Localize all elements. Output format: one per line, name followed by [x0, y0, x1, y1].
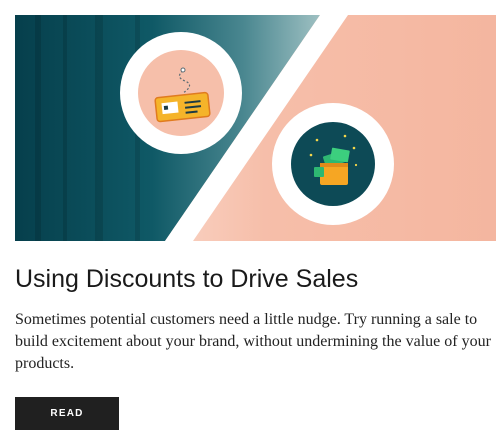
article-title: Using Discounts to Drive Sales — [15, 265, 359, 293]
article-card: Using Discounts to Drive Sales Sometimes… — [0, 0, 500, 434]
read-button[interactable]: READ — [15, 397, 119, 430]
hero-image — [15, 15, 496, 241]
article-description: Sometimes potential customers need a lit… — [15, 311, 491, 372]
discount-illustration — [15, 15, 496, 241]
